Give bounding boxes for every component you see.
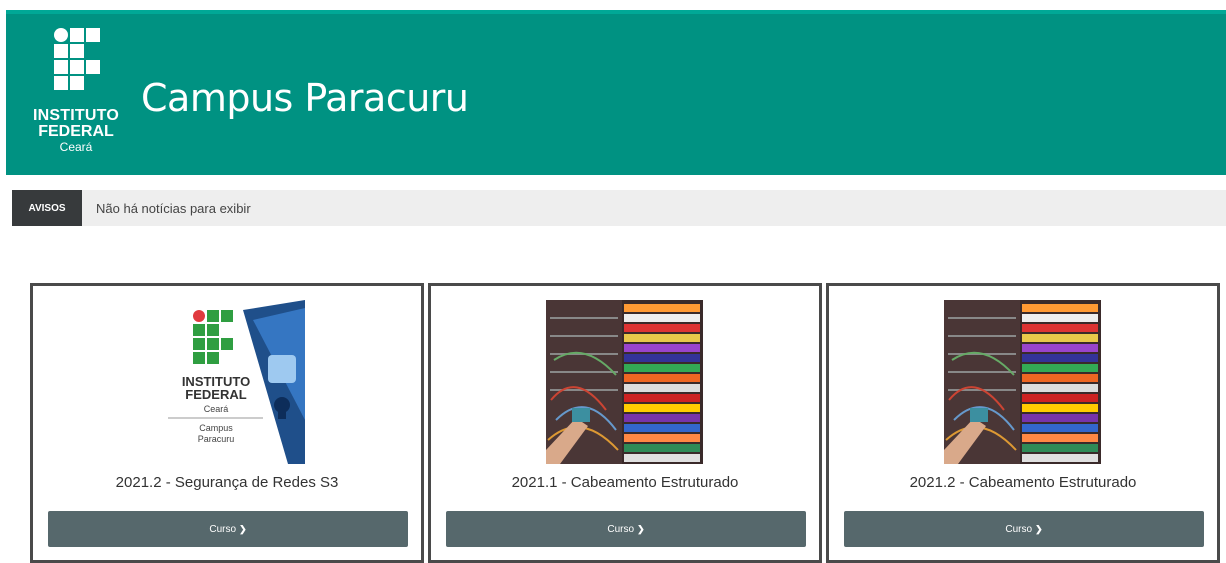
course-button-label: Curso: [209, 523, 237, 535]
news-ticker: AVISOS Não há notícias para exibir: [12, 190, 1226, 226]
logo-line-federal: FEDERAL: [38, 123, 114, 140]
news-text: Não há notícias para exibir: [96, 201, 251, 216]
course-button-label: Curso: [1005, 523, 1033, 535]
course-card[interactable]: 2021.2 - Cabeamento Estruturado Curso ❯: [826, 283, 1220, 563]
course-button-label: Curso: [607, 523, 635, 535]
course-button[interactable]: Curso ❯: [844, 511, 1204, 547]
ifce-image-text-campus: Campus: [199, 423, 233, 433]
logo-line-instituto: INSTITUTO: [33, 107, 119, 124]
ifce-image-text-ceara: Ceará: [204, 404, 229, 414]
course-card[interactable]: 2021.1 - Cabeamento Estruturado Curso ❯: [428, 283, 822, 563]
news-label-badge: AVISOS: [12, 190, 82, 226]
logo-line-ceara: Ceará: [59, 140, 93, 154]
course-image[interactable]: INSTITUTO FEDERAL Ceará Campus Paracuru: [148, 300, 305, 464]
course-button[interactable]: Curso ❯: [446, 511, 806, 547]
site-title: Campus Paracuru: [141, 76, 469, 120]
course-button[interactable]: Curso ❯: [48, 511, 408, 547]
ifce-course-image: INSTITUTO FEDERAL Ceará Campus Paracuru: [148, 300, 305, 464]
chevron-right-icon: ❯: [1035, 523, 1043, 534]
network-cables-image: [546, 300, 703, 464]
chevron-right-icon: ❯: [637, 523, 645, 534]
course-title[interactable]: 2021.1 - Cabeamento Estruturado: [431, 474, 819, 491]
ifce-image-text-federal: FEDERAL: [185, 387, 246, 402]
course-image[interactable]: [944, 300, 1101, 464]
chevron-right-icon: ❯: [239, 523, 247, 534]
ifce-logo[interactable]: INSTITUTO FEDERAL Ceará: [22, 28, 130, 168]
course-title[interactable]: 2021.2 - Cabeamento Estruturado: [829, 474, 1217, 491]
network-cables-image: [944, 300, 1101, 464]
site-header: INSTITUTO FEDERAL Ceará Campus Paracuru: [6, 10, 1226, 175]
course-card[interactable]: INSTITUTO FEDERAL Ceará Campus Paracuru …: [30, 283, 424, 563]
course-title[interactable]: 2021.2 - Segurança de Redes S3: [33, 474, 421, 491]
ifce-image-text-paracuru: Paracuru: [198, 434, 235, 444]
course-image[interactable]: [546, 300, 703, 464]
